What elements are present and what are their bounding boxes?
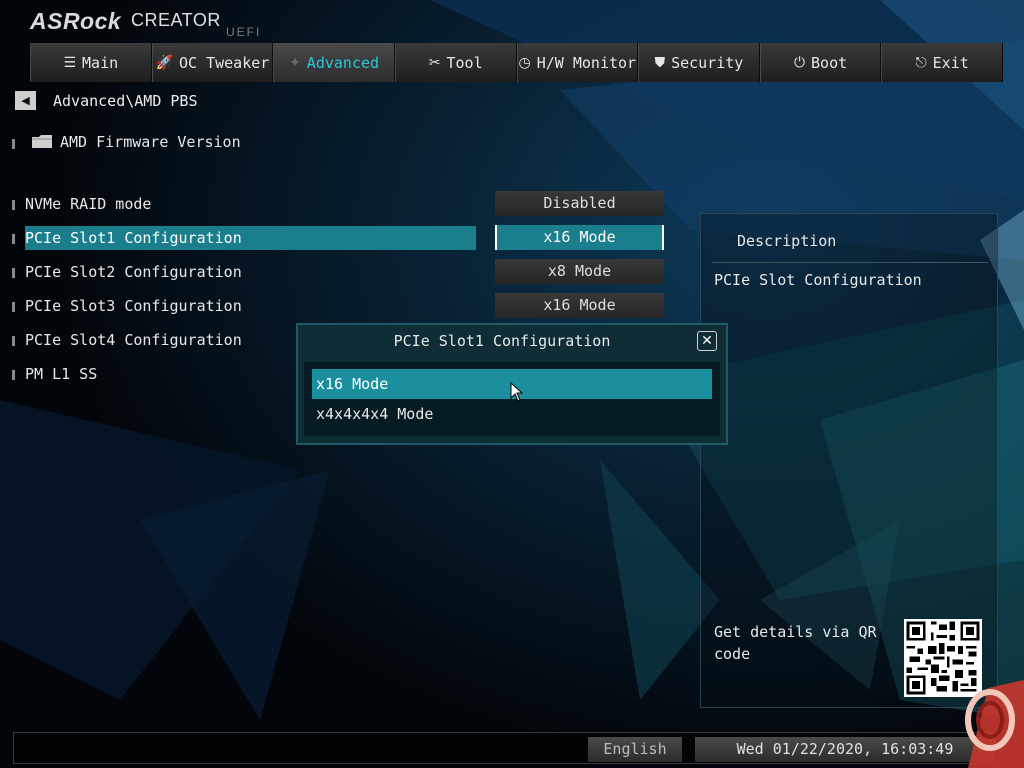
tab-main[interactable]: ☰ Main <box>30 43 152 82</box>
setting-label-nvme-raid[interactable]: NVMe RAID mode <box>25 192 476 216</box>
monitor-icon: ◷ <box>518 54 531 71</box>
tab-exit[interactable]: ⎋ Exit <box>881 43 1003 82</box>
setting-label-pcie-slot2[interactable]: PCIe Slot2 Configuration <box>25 260 476 284</box>
power-icon: ⏻ <box>793 54 806 71</box>
exit-icon: ⎋ <box>915 54 927 71</box>
breadcrumb: Advanced\AMD PBS <box>53 92 198 110</box>
dialog-title: PCIe Slot1 Configuration <box>393 332 611 350</box>
item-marker <box>12 370 15 380</box>
item-marker <box>12 234 15 244</box>
kitguru-logo-icon <box>965 680 1024 768</box>
option-x4x4x4x4-mode[interactable]: x4x4x4x4 Mode <box>312 399 712 429</box>
creator-logo: CREATOR <box>131 10 221 30</box>
item-marker <box>12 268 15 278</box>
setting-value-pcie-slot3[interactable]: x16 Mode <box>495 293 664 318</box>
back-button[interactable]: ◀ <box>15 91 36 110</box>
tab-label: Security <box>671 53 744 72</box>
item-marker <box>12 200 15 210</box>
tab-label: Advanced <box>306 53 380 72</box>
setting-label-pcie-slot1[interactable]: PCIe Slot1 Configuration <box>25 226 476 250</box>
tab-tool[interactable]: ✂ Tool <box>394 43 517 82</box>
divider <box>712 262 988 263</box>
setting-value-pcie-slot2[interactable]: x8 Mode <box>495 259 664 284</box>
arrow-left-icon: ◀ <box>21 94 30 107</box>
main-nav: ☰ Main 🚀 OC Tweaker ✦ Advanced ✂ Tool ◷ … <box>30 43 1003 82</box>
shield-icon: ⛊ <box>654 54 666 71</box>
tab-label: H/W Monitor <box>536 53 637 72</box>
folder-icon <box>32 135 52 148</box>
item-marker <box>12 302 15 312</box>
setting-label-pcie-slot3[interactable]: PCIe Slot3 Configuration <box>25 294 476 318</box>
tab-oc-tweaker[interactable]: 🚀 OC Tweaker <box>151 43 274 82</box>
tab-label: Exit <box>932 53 969 72</box>
asrock-logo: ASRock <box>30 8 122 34</box>
tools-icon: ✂ <box>428 54 441 71</box>
qr-caption: Get details via QR code <box>714 623 877 663</box>
setting-label-pm-l1-ss[interactable]: PM L1 SS <box>25 362 285 386</box>
description-title: Description <box>737 232 837 250</box>
tab-hw-monitor[interactable]: ◷ H/W Monitor <box>516 43 639 82</box>
setting-label-pcie-slot4[interactable]: PCIe Slot4 Configuration <box>25 328 285 352</box>
tab-label: OC Tweaker <box>179 53 270 72</box>
rocket-icon: 🚀 <box>155 54 173 71</box>
tab-boot[interactable]: ⏻ Boot <box>759 43 882 82</box>
description-text: PCIe Slot Configuration <box>714 271 922 289</box>
tab-label: Boot <box>811 53 848 72</box>
setting-value-pcie-slot1[interactable]: x16 Mode <box>495 225 664 250</box>
tab-advanced[interactable]: ✦ Advanced <box>273 43 395 82</box>
uefi-label: UEFI <box>226 25 262 39</box>
item-marker <box>12 139 15 149</box>
language-button[interactable]: English <box>588 737 682 762</box>
close-button[interactable]: ✕ <box>697 331 717 351</box>
tab-security[interactable]: ⛊ Security <box>638 43 760 82</box>
submenu-amd-firmware-version[interactable]: AMD Firmware Version <box>60 133 241 151</box>
list-icon: ☰ <box>63 54 77 71</box>
item-marker <box>12 336 15 346</box>
setting-value-nvme-raid[interactable]: Disabled <box>495 191 664 216</box>
mouse-cursor-icon <box>510 382 524 402</box>
tab-label: Main <box>82 53 119 72</box>
close-icon: ✕ <box>701 333 713 349</box>
tab-label: Tool <box>446 53 483 72</box>
star-icon: ✦ <box>289 54 301 71</box>
